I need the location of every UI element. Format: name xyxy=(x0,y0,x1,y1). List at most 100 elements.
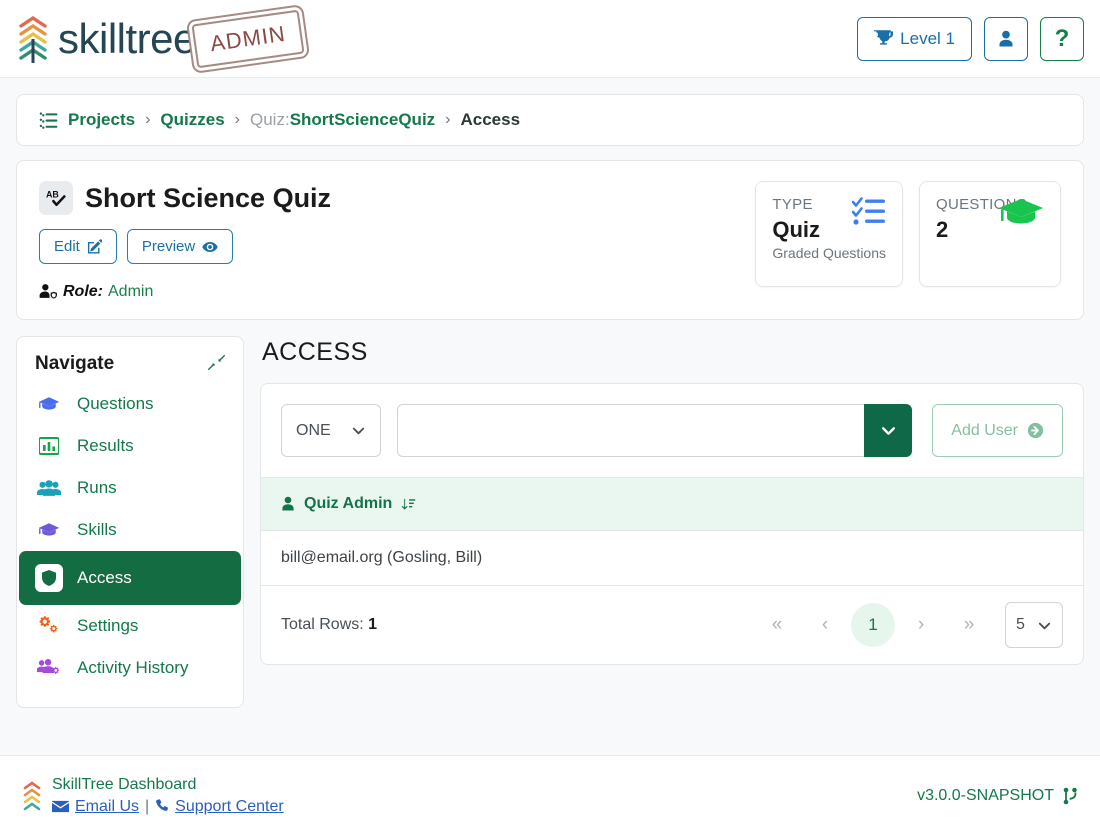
stat-card-type: TYPE Quiz Graded Questions xyxy=(755,181,903,287)
pagination-next-button[interactable]: › xyxy=(899,603,943,647)
column-header-inner: Quiz Admin xyxy=(281,495,1063,513)
users-cog-icon xyxy=(35,659,63,677)
quiz-stat-cards: TYPE Quiz Graded Questions QUESTIONS 2 xyxy=(755,181,1061,287)
role-select[interactable]: ONE xyxy=(281,404,381,457)
navigate-panel: Navigate Questions Results Runs Skills A… xyxy=(16,336,244,708)
pagination-controls: « ‹ 1 › » 5 xyxy=(755,602,1063,648)
sidebar-item-access[interactable]: Access xyxy=(19,551,241,605)
navigate-title: Navigate xyxy=(35,353,115,374)
navigate-header: Navigate xyxy=(17,337,243,383)
user-dropdown-button[interactable] xyxy=(864,404,913,457)
total-rows: Total Rows: 1 xyxy=(281,616,377,634)
gears-glyph xyxy=(39,616,58,633)
edit-button-label: Edit xyxy=(54,238,80,255)
footer-text-block: SkillTree Dashboard Email Us | Support C… xyxy=(52,774,284,817)
sidebar-label-skills: Skills xyxy=(77,520,117,539)
breadcrumb-quiz-name[interactable]: ShortScienceQuiz xyxy=(290,110,435,129)
edit-button[interactable]: Edit xyxy=(39,229,117,264)
sidebar-label-access: Access xyxy=(77,568,132,587)
user-menu-button[interactable] xyxy=(984,16,1028,61)
app-header: skilltree ADMIN Level 1 ? xyxy=(0,0,1100,78)
preview-button-label: Preview xyxy=(141,238,196,255)
sidebar-item-questions[interactable]: Questions xyxy=(17,383,243,425)
table-header-row: Quiz Admin xyxy=(261,477,1083,531)
users-glyph xyxy=(37,479,61,496)
app-footer: SkillTree Dashboard Email Us | Support C… xyxy=(0,755,1100,835)
pagination-first-button[interactable]: « xyxy=(755,603,799,647)
sidebar-item-runs[interactable]: Runs xyxy=(17,467,243,509)
page-size-select[interactable]: 5 xyxy=(1005,602,1063,648)
footer-links: Email Us | Support Center xyxy=(52,796,284,818)
email-us-link[interactable]: Email Us xyxy=(75,796,139,818)
sidebar-label-settings: Settings xyxy=(77,616,139,635)
header-actions: Level 1 ? xyxy=(857,16,1084,61)
stat-sub-type: Graded Questions xyxy=(772,245,886,261)
help-button[interactable]: ? xyxy=(1040,16,1084,61)
breadcrumb-item-access: Access xyxy=(460,110,521,129)
role-label: Role: xyxy=(63,282,103,300)
graduation-cap-glyph xyxy=(999,199,1043,224)
pagination-prev-button[interactable]: ‹ xyxy=(803,603,847,647)
sort-down-icon xyxy=(401,498,416,510)
access-table-body: bill@email.org (Gosling, Bill) xyxy=(261,530,1083,586)
phone-icon xyxy=(156,799,169,812)
sidebar-item-skills[interactable]: Skills xyxy=(17,509,243,551)
breadcrumb-separator: › xyxy=(145,111,151,128)
quiz-actions: Edit Preview xyxy=(39,229,755,264)
sidebar-label-runs: Runs xyxy=(77,478,117,497)
version-label: v3.0.0-SNAPSHOT xyxy=(917,786,1054,804)
total-rows-value: 1 xyxy=(368,616,378,633)
page-size-value: 5 xyxy=(1016,616,1025,633)
list-tree-icon xyxy=(39,111,58,129)
navigate-list: Questions Results Runs Skills Access Set… xyxy=(17,383,243,689)
chevron-down-icon xyxy=(352,427,365,435)
pagination-row: Total Rows: 1 « ‹ 1 › » 5 xyxy=(261,586,1083,664)
sidebar-item-settings[interactable]: Settings xyxy=(17,605,243,647)
stat-card-questions: QUESTIONS 2 xyxy=(919,181,1061,287)
access-table: Quiz Admin bill@email.org (Gosling, Bill… xyxy=(261,477,1083,586)
page-body: Projects › Quizzes › Quiz:ShortScienceQu… xyxy=(0,78,1100,724)
app-logo[interactable]: skilltree ADMIN xyxy=(16,9,305,68)
footer-version: v3.0.0-SNAPSHOT xyxy=(917,787,1078,805)
breadcrumb-item-quiz[interactable]: Quiz:ShortScienceQuiz xyxy=(250,110,435,130)
sidebar-label-questions: Questions xyxy=(77,394,154,413)
pagination-last-button[interactable]: » xyxy=(947,603,991,647)
add-user-button[interactable]: Add User xyxy=(932,404,1063,457)
page-title-row: AB Short Science Quiz xyxy=(39,181,755,215)
level-label: Level 1 xyxy=(900,28,955,48)
access-panel: ONE Add User Quiz Admin bill@email.org (… xyxy=(260,383,1084,665)
user-icon xyxy=(282,496,294,511)
logo-wordmark: skilltree xyxy=(58,14,196,62)
column-header-quiz-admin[interactable]: Quiz Admin xyxy=(261,477,1083,531)
support-center-link[interactable]: Support Center xyxy=(175,796,284,818)
sidebar-item-activity-history[interactable]: Activity History xyxy=(17,647,243,689)
sidebar-item-results[interactable]: Results xyxy=(17,425,243,467)
role-value: Admin xyxy=(108,282,154,300)
breadcrumb-item-projects[interactable]: Projects xyxy=(68,110,135,130)
column-header-label: Quiz Admin xyxy=(304,495,393,512)
preview-button[interactable]: Preview xyxy=(126,229,234,264)
access-table-head: Quiz Admin xyxy=(261,477,1083,531)
graduation-cap-glyph xyxy=(38,397,60,410)
envelope-icon xyxy=(52,800,69,812)
breadcrumb-item-quizzes[interactable]: Quizzes xyxy=(160,110,224,130)
svg-text:AB: AB xyxy=(46,189,59,199)
users-icon xyxy=(35,479,63,497)
pagination-page-1[interactable]: 1 xyxy=(851,603,895,647)
add-user-row: ONE Add User xyxy=(261,384,1083,477)
question-mark-icon: ? xyxy=(1054,24,1070,52)
table-row: bill@email.org (Gosling, Bill) xyxy=(261,530,1083,586)
level-button[interactable]: Level 1 xyxy=(857,16,972,61)
arrow-circle-right-icon xyxy=(1027,422,1044,439)
admin-stamp: ADMIN xyxy=(191,9,305,68)
footer-divider: | xyxy=(145,797,150,815)
compress-arrows-glyph xyxy=(207,354,226,370)
footer-left: SkillTree Dashboard Email Us | Support C… xyxy=(22,774,284,817)
breadcrumb-quiz-prefix: Quiz: xyxy=(250,110,290,129)
compress-arrows-icon[interactable] xyxy=(207,354,226,375)
add-user-label: Add User xyxy=(951,421,1018,439)
user-search-input[interactable] xyxy=(397,404,865,457)
breadcrumb-separator: › xyxy=(445,111,451,128)
total-rows-label: Total Rows: xyxy=(281,616,364,633)
skilltree-logo-icon xyxy=(19,15,47,63)
